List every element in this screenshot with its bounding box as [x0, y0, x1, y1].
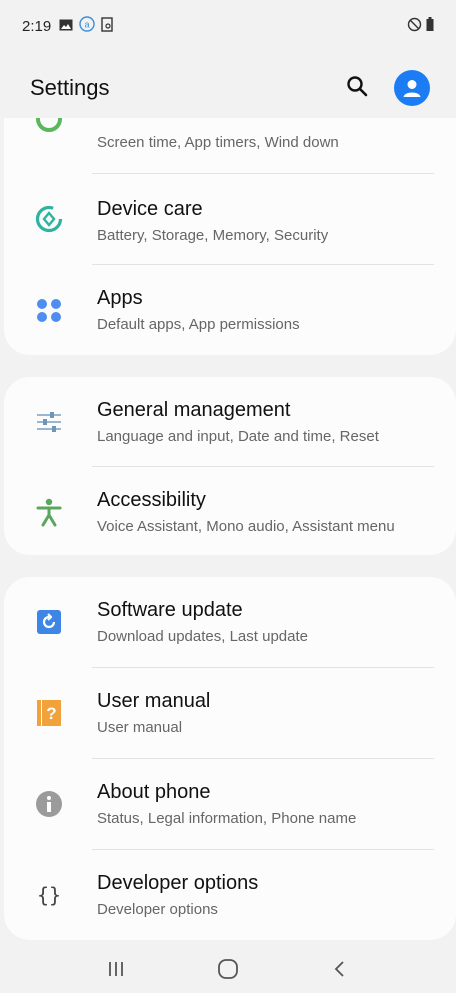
settings-item-subtitle: User manual [97, 719, 183, 736]
settings-item-subtitle: Default apps, App permissions [97, 316, 300, 333]
settings-item-software-update[interactable]: Software update Download updates, Last u… [4, 577, 456, 667]
settings-item-about-phone[interactable]: About phone Status, Legal information, P… [4, 759, 456, 849]
software-update-icon [34, 607, 64, 637]
settings-item-subtitle: Status, Legal information, Phone name [97, 810, 357, 827]
accessibility-icon [34, 497, 64, 527]
settings-item-subtitle: Language and input, Date and time, Reset [97, 428, 379, 445]
settings-item-title: Accessibility [97, 489, 206, 511]
page-title: Settings [30, 75, 110, 100]
back-icon[interactable] [310, 949, 370, 989]
settings-item-title: Software update [97, 599, 243, 621]
apps-icon [34, 295, 64, 325]
user-manual-icon: ? [34, 698, 64, 728]
settings-item-apps[interactable]: Apps Default apps, App permissions [4, 265, 456, 355]
digital-wellbeing-icon [34, 118, 64, 139]
info-icon [34, 789, 64, 819]
settings-item-general-management[interactable]: General management Language and input, D… [4, 377, 456, 467]
svg-text:?: ? [46, 704, 56, 723]
svg-text:a: a [85, 20, 90, 30]
recents-icon[interactable] [86, 949, 146, 989]
settings-group-3: Software update Download updates, Last u… [4, 577, 456, 940]
settings-item-subtitle: Battery, Storage, Memory, Security [97, 227, 329, 244]
do-not-disturb-icon [407, 17, 422, 36]
navigation-bar [0, 945, 456, 993]
code-braces-icon: {} [34, 880, 64, 910]
settings-item-device-care[interactable]: Device care Battery, Storage, Memory, Se… [4, 174, 456, 264]
profile-icon[interactable] [394, 70, 430, 106]
device-care-icon [34, 204, 64, 234]
app-bar: Settings [0, 58, 456, 118]
screenshot-icon [101, 16, 114, 36]
settings-group-2: General management Language and input, D… [4, 377, 456, 555]
settings-item-subtitle: Screen time, App timers, Wind down [97, 134, 339, 151]
settings-item-title: About phone [97, 781, 211, 803]
search-icon[interactable] [346, 75, 368, 102]
status-bar: 2:19 a [0, 0, 456, 52]
account-icon: a [79, 16, 95, 36]
battery-icon [426, 17, 434, 35]
settings-item-title: Apps [97, 287, 143, 309]
settings-item-title: Device care [97, 198, 203, 220]
settings-item-accessibility[interactable]: Accessibility Voice Assistant, Mono audi… [4, 467, 456, 555]
settings-item-subtitle: Download updates, Last update [97, 628, 308, 645]
home-icon[interactable] [198, 949, 258, 989]
settings-item-title: User manual [97, 690, 211, 712]
image-icon [59, 18, 73, 35]
settings-item-subtitle: Developer options [97, 901, 218, 918]
settings-item-title: General management [97, 399, 291, 421]
sliders-icon [34, 407, 64, 437]
settings-item-subtitle: Voice Assistant, Mono audio, Assistant m… [97, 518, 395, 535]
svg-text:{}: {} [37, 883, 61, 907]
settings-group-1: Screen time, App timers, Wind down Devic… [4, 118, 456, 355]
status-time: 2:19 [22, 17, 52, 35]
settings-item-user-manual[interactable]: ? User manual User manual [4, 668, 456, 758]
settings-item-developer-options[interactable]: {} Developer options Developer options [4, 850, 456, 940]
settings-item-title: Developer options [97, 872, 259, 894]
